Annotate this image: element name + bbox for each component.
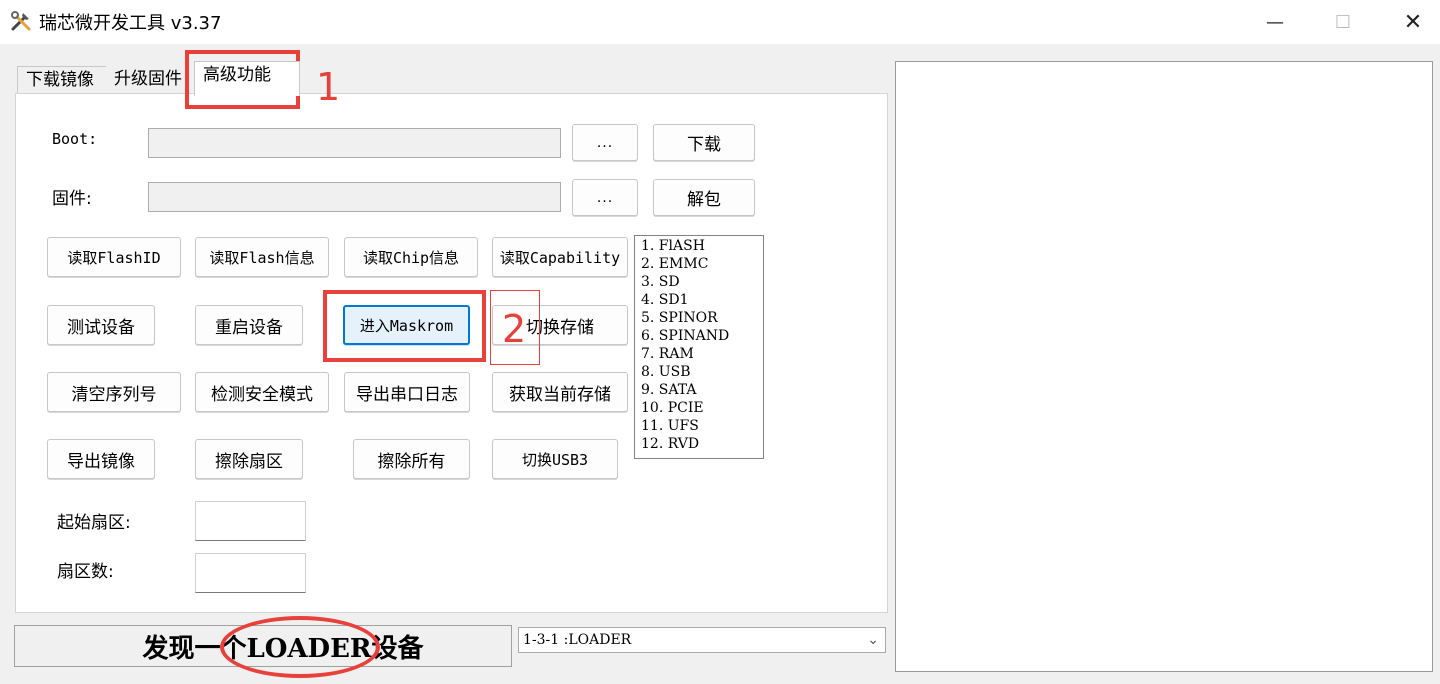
storage-option[interactable]: 12. RVD (641, 435, 757, 453)
annotation-box-maskrom (323, 290, 486, 362)
read-capability-button[interactable]: 读取Capability (492, 237, 628, 277)
clear-serial-button[interactable]: 清空序列号 (47, 372, 181, 412)
annotation-number-1: 1 (316, 65, 341, 109)
firmware-path-field[interactable] (148, 182, 561, 212)
switch-usb3-button[interactable]: 切换USB3 (492, 439, 618, 479)
storage-option[interactable]: 2. EMMC (641, 255, 757, 273)
window-title: 瑞芯微开发工具 v3.37 (39, 13, 222, 34)
start-sector-label: 起始扇区: (57, 513, 131, 533)
close-button[interactable]: ✕ (1383, 0, 1440, 44)
read-chip-info-button[interactable]: 读取Chip信息 (344, 237, 478, 277)
title-bar: 瑞芯微开发工具 v3.37 — ☐ ✕ (0, 0, 1440, 44)
export-image-button[interactable]: 导出镜像 (47, 439, 155, 479)
annotation-ellipse-loader (220, 616, 380, 678)
storage-option[interactable]: 10. PCIE (641, 399, 757, 417)
device-select[interactable]: 1-3-1 :LOADER ⌄ (518, 627, 886, 653)
tab-advanced-functions[interactable]: 高级功能 (194, 61, 300, 96)
storage-option[interactable]: 11. UFS (641, 417, 757, 435)
firmware-browse-button[interactable]: ... (572, 179, 638, 216)
boot-path-field[interactable] (148, 128, 561, 158)
annotation-number-2: 2 (502, 307, 527, 351)
chevron-down-icon: ⌄ (867, 632, 879, 648)
storage-option[interactable]: 6. SPINAND (641, 327, 757, 345)
boot-browse-button[interactable]: ... (572, 124, 638, 161)
firmware-label: 固件: (52, 189, 92, 209)
firmware-unpack-button[interactable]: 解包 (653, 179, 755, 216)
read-flash-info-button[interactable]: 读取Flash信息 (195, 237, 329, 277)
storage-option[interactable]: 7. RAM (641, 345, 757, 363)
storage-option[interactable]: 1. FlASH (641, 237, 757, 255)
detect-secure-mode-button[interactable]: 检测安全模式 (195, 372, 329, 412)
storage-option[interactable]: 8. USB (641, 363, 757, 381)
storage-type-list[interactable]: 1. FlASH 2. EMMC 3. SD 4. SD1 5. SPINOR 6. SP… (634, 235, 764, 459)
maximize-button[interactable]: ☐ (1313, 0, 1373, 44)
tools-icon (11, 11, 31, 31)
boot-label: Boot: (52, 130, 98, 148)
storage-option[interactable]: 9. SATA (641, 381, 757, 399)
sector-count-input[interactable] (195, 553, 306, 593)
storage-option[interactable]: 4. SD1 (641, 291, 757, 309)
read-flash-id-button[interactable]: 读取FlashID (47, 237, 181, 277)
erase-all-button[interactable]: 擦除所有 (353, 439, 470, 479)
test-device-button[interactable]: 测试设备 (47, 305, 155, 345)
minimize-button[interactable]: — (1245, 0, 1305, 44)
erase-sector-button[interactable]: 擦除扇区 (195, 439, 303, 479)
storage-option[interactable]: 3. SD (641, 273, 757, 291)
boot-download-button[interactable]: 下载 (653, 124, 755, 161)
log-output-box[interactable] (895, 61, 1433, 672)
get-current-storage-button[interactable]: 获取当前存储 (492, 372, 628, 412)
reboot-device-button[interactable]: 重启设备 (195, 305, 303, 345)
start-sector-input[interactable] (195, 501, 306, 541)
export-serial-log-button[interactable]: 导出串口日志 (344, 372, 470, 412)
sector-count-label: 扇区数: (57, 562, 114, 582)
storage-option[interactable]: 5. SPINOR (641, 309, 757, 327)
device-select-value: 1-3-1 :LOADER (523, 632, 632, 648)
